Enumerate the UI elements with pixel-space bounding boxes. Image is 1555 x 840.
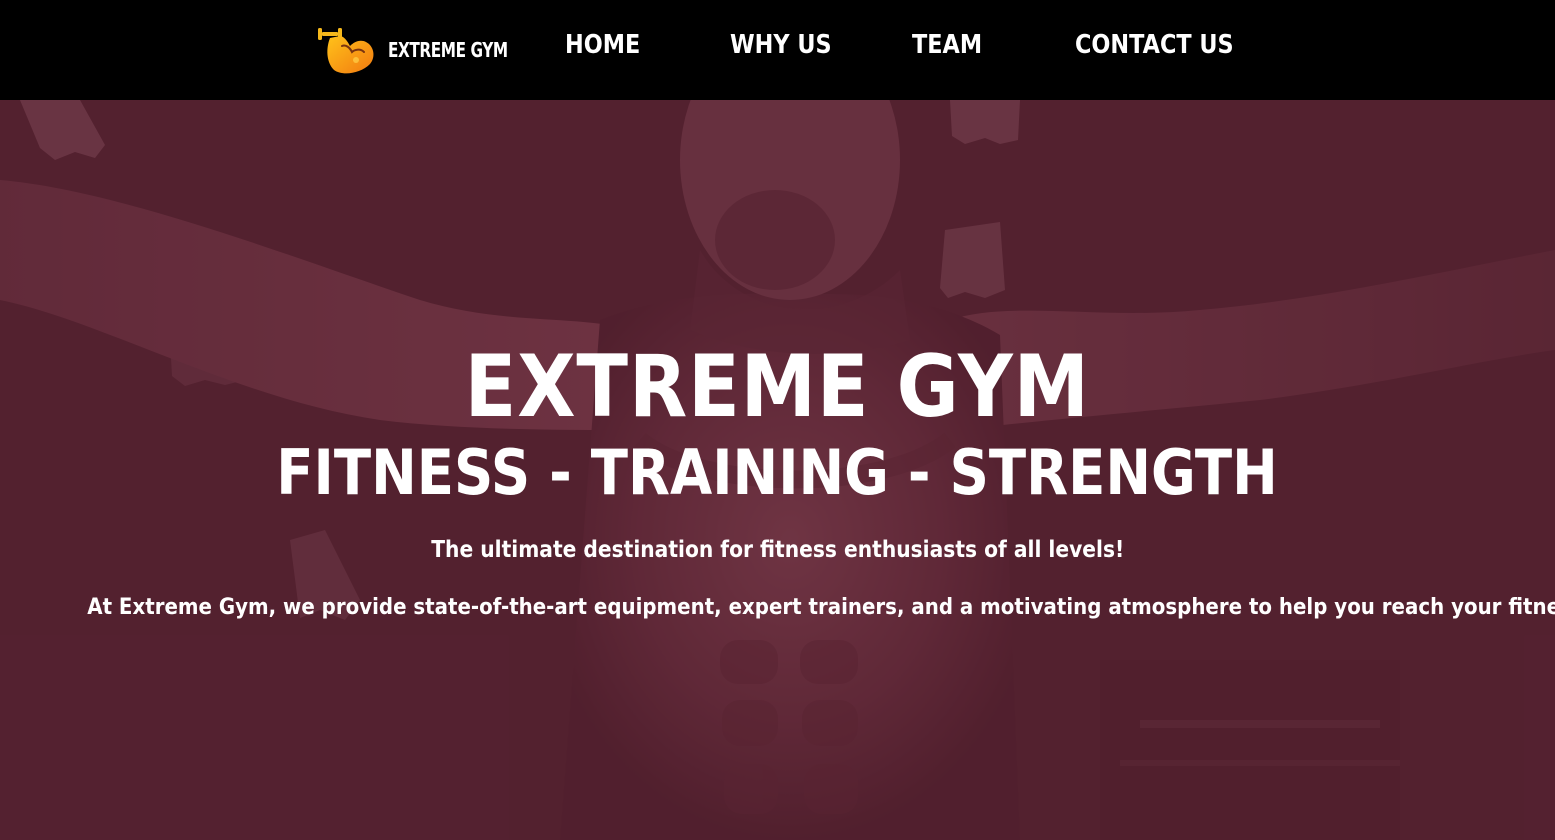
brand-name: EXTREME GYM: [388, 38, 508, 62]
nav-link-team[interactable]: TEAM: [912, 30, 982, 60]
navbar: EXTREME GYM HOME WHY US TEAM CONTACT US: [0, 0, 1555, 100]
hero-title: EXTREME GYM: [464, 337, 1091, 437]
nav-link-home[interactable]: HOME: [565, 30, 640, 60]
hero-subtitle: FITNESS - TRAINING - STRENGTH: [276, 436, 1279, 509]
brand-link[interactable]: EXTREME GYM: [316, 24, 529, 76]
hero-section: EXTREME GYM FITNESS - TRAINING - STRENGT…: [0, 100, 1555, 840]
hero-description: At Extreme Gym, we provide state-of-the-…: [87, 595, 1555, 620]
nav-link-contact-us[interactable]: CONTACT US: [1075, 30, 1234, 60]
flexed-bicep-dumbbell-icon: [318, 28, 374, 74]
hero-tagline: The ultimate destination for fitness ent…: [430, 537, 1124, 563]
nav-link-why-us[interactable]: WHY US: [730, 30, 832, 60]
